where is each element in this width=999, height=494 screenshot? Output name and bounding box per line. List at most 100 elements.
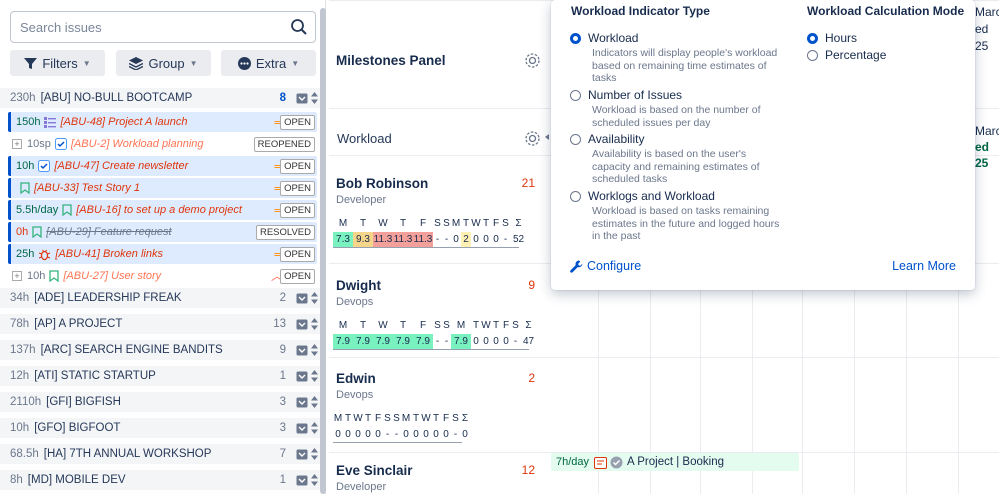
project-group-row[interactable]: 137h [ARC] SEARCH ENGINE BANDITS 9: [0, 340, 322, 361]
layers-icon: [129, 56, 144, 70]
workload-settings-popup: Workload Indicator Type Workload Calcula…: [551, 0, 975, 290]
group-count: 9: [279, 344, 286, 356]
story-icon: [62, 204, 72, 216]
project-group-row[interactable]: 8h [MD] MOBILE DEV 1: [0, 470, 322, 491]
weekday-label: T: [492, 320, 500, 331]
option-label: Worklogs and Workload: [588, 189, 715, 203]
issue-row[interactable]: [ABU-33] Test Story 1 ═ OPEN: [8, 178, 317, 198]
issue-row[interactable]: 5.5h/day [ABU-16] to set up a demo projec…: [8, 200, 317, 220]
status-badge[interactable]: OPEN: [280, 159, 315, 174]
group-actions[interactable]: [296, 292, 318, 304]
project-group-row[interactable]: 230h [ABU] NO-BULL BOOTCAMP 8: [0, 88, 322, 109]
workload-cell: -: [435, 336, 440, 347]
workload-cell: 7.9: [333, 334, 353, 349]
extra-button[interactable]: Extra ▼: [221, 50, 316, 76]
group-actions[interactable]: [296, 318, 318, 330]
status-badge[interactable]: OPEN: [280, 115, 315, 130]
status-badge[interactable]: OPEN: [280, 269, 315, 284]
project-group-row[interactable]: 68.5h [HA] 7TH ANNUAL WORKSHOP 7: [0, 444, 322, 465]
workload-cell: 0: [375, 429, 381, 440]
status-badge[interactable]: REOPENED: [253, 137, 315, 152]
radio-button[interactable]: [570, 89, 581, 101]
workload-cell: 0: [403, 429, 409, 440]
sort-icon: [311, 318, 318, 330]
indicator-type-option[interactable]: Number of Issues: [570, 88, 682, 102]
group-actions[interactable]: [296, 344, 318, 356]
radio-button[interactable]: [807, 32, 818, 44]
person-issue-count: 21: [521, 176, 535, 190]
expand-icon[interactable]: +: [12, 271, 22, 281]
task-icon: [38, 160, 51, 172]
radio-button[interactable]: [570, 32, 581, 44]
status-badge[interactable]: RESOLVED: [255, 225, 315, 240]
issue-title: [ABU-47] Create newsletter: [54, 160, 189, 172]
indicator-type-option[interactable]: Worklogs and Workload: [570, 189, 715, 203]
group-actions[interactable]: [296, 396, 318, 408]
status-badge[interactable]: OPEN: [280, 247, 315, 262]
issue-title: [ABU-27] User story: [63, 270, 162, 282]
workload-cell: -: [513, 336, 518, 347]
filter-icon: [24, 57, 38, 69]
weekday-label: S: [443, 320, 450, 331]
project-group-row[interactable]: 10h [GFO] BIGFOOT 3: [0, 418, 322, 439]
issue-row[interactable]: +10sp [ABU-2] Workload planning REOPENED: [8, 134, 317, 154]
project-group-row[interactable]: 34h [ADE] LEADERSHIP FREAK 2: [0, 288, 322, 309]
calculation-mode-option[interactable]: Percentage: [807, 48, 886, 62]
workload-cell: 0: [413, 429, 419, 440]
group-name: [GFO] BIGFOOT: [34, 422, 121, 434]
weekday-label: T: [462, 218, 470, 229]
calculation-mode-option[interactable]: Hours: [807, 31, 857, 45]
indicator-type-option[interactable]: Availability: [570, 132, 644, 146]
issue-row[interactable]: 0h[ABU-29] Feature request═RESOLVED: [8, 222, 317, 242]
radio-button[interactable]: [570, 133, 581, 145]
project-group-row[interactable]: 78h [AP] A PROJECT 13: [0, 314, 322, 335]
learn-more-link[interactable]: Learn More: [892, 259, 956, 273]
search-icon[interactable]: [290, 18, 308, 36]
issue-estimate: 10h: [16, 160, 35, 172]
workload-cell: 0: [462, 429, 468, 440]
chevron-down-icon: ▼: [82, 58, 91, 68]
radio-button[interactable]: [570, 190, 581, 202]
booking-bar[interactable]: 7h/day A Project | Booking: [551, 453, 799, 471]
issue-row[interactable]: +10h [ABU-27] User story ︿ OPEN: [8, 266, 317, 286]
weekday-header: MTWTFSSMTWTFSΣ: [333, 413, 470, 424]
weekday-label: F: [492, 218, 500, 229]
person-name: Eve Sinclair: [336, 463, 413, 478]
group-count: 3: [279, 396, 286, 408]
group-actions[interactable]: [296, 370, 318, 382]
group-actions[interactable]: [296, 448, 318, 460]
chevron-down-icon: ▼: [189, 58, 198, 68]
calendar-icon: [594, 456, 608, 469]
gear-icon[interactable]: [524, 52, 541, 69]
weekday-label: W: [421, 413, 431, 424]
project-group-row[interactable]: 12h [ATI] STATIC STARTUP 1: [0, 366, 322, 387]
filters-button[interactable]: Filters ▼: [10, 50, 105, 76]
option-description: Workload is based on tasks remaining est…: [592, 205, 780, 242]
indicator-type-option[interactable]: Workload: [570, 31, 638, 45]
gear-icon[interactable]: [524, 130, 541, 147]
weekday-label: S: [452, 413, 459, 424]
weekday-label: F: [442, 413, 450, 424]
status-badge[interactable]: OPEN: [280, 181, 315, 196]
group-actions[interactable]: [296, 474, 318, 486]
person-issue-count: 2: [528, 371, 535, 385]
sort-icon: [311, 344, 318, 356]
issue-row[interactable]: 150h [ABU-48] Project A launch ═ OPEN: [8, 112, 317, 132]
group-button[interactable]: Group ▼: [116, 50, 211, 76]
issue-row[interactable]: 10h [ABU-47] Create newsletter ═ OPEN: [8, 156, 317, 176]
status-badge[interactable]: OPEN: [280, 203, 315, 218]
sort-icon: [311, 370, 318, 382]
scrollbar[interactable]: [320, 8, 326, 494]
issue-title: [ABU-48] Project A launch: [60, 116, 188, 128]
expand-icon[interactable]: +: [12, 139, 22, 149]
configure-link[interactable]: Configure: [570, 259, 641, 273]
group-actions[interactable]: [296, 422, 318, 434]
weekday-label: M: [456, 320, 466, 331]
radio-button[interactable]: [807, 49, 818, 61]
group-actions[interactable]: [296, 92, 318, 104]
option-label: Availability: [588, 132, 645, 146]
search-input[interactable]: Search issues: [10, 11, 316, 43]
project-group-row[interactable]: 2110h [GFI] BIGFISH 3: [0, 392, 322, 413]
option-description: Availability is based on the user's capa…: [592, 148, 760, 185]
issue-row[interactable]: 25h [ABU-41] Broken links ═ OPEN: [8, 244, 317, 264]
